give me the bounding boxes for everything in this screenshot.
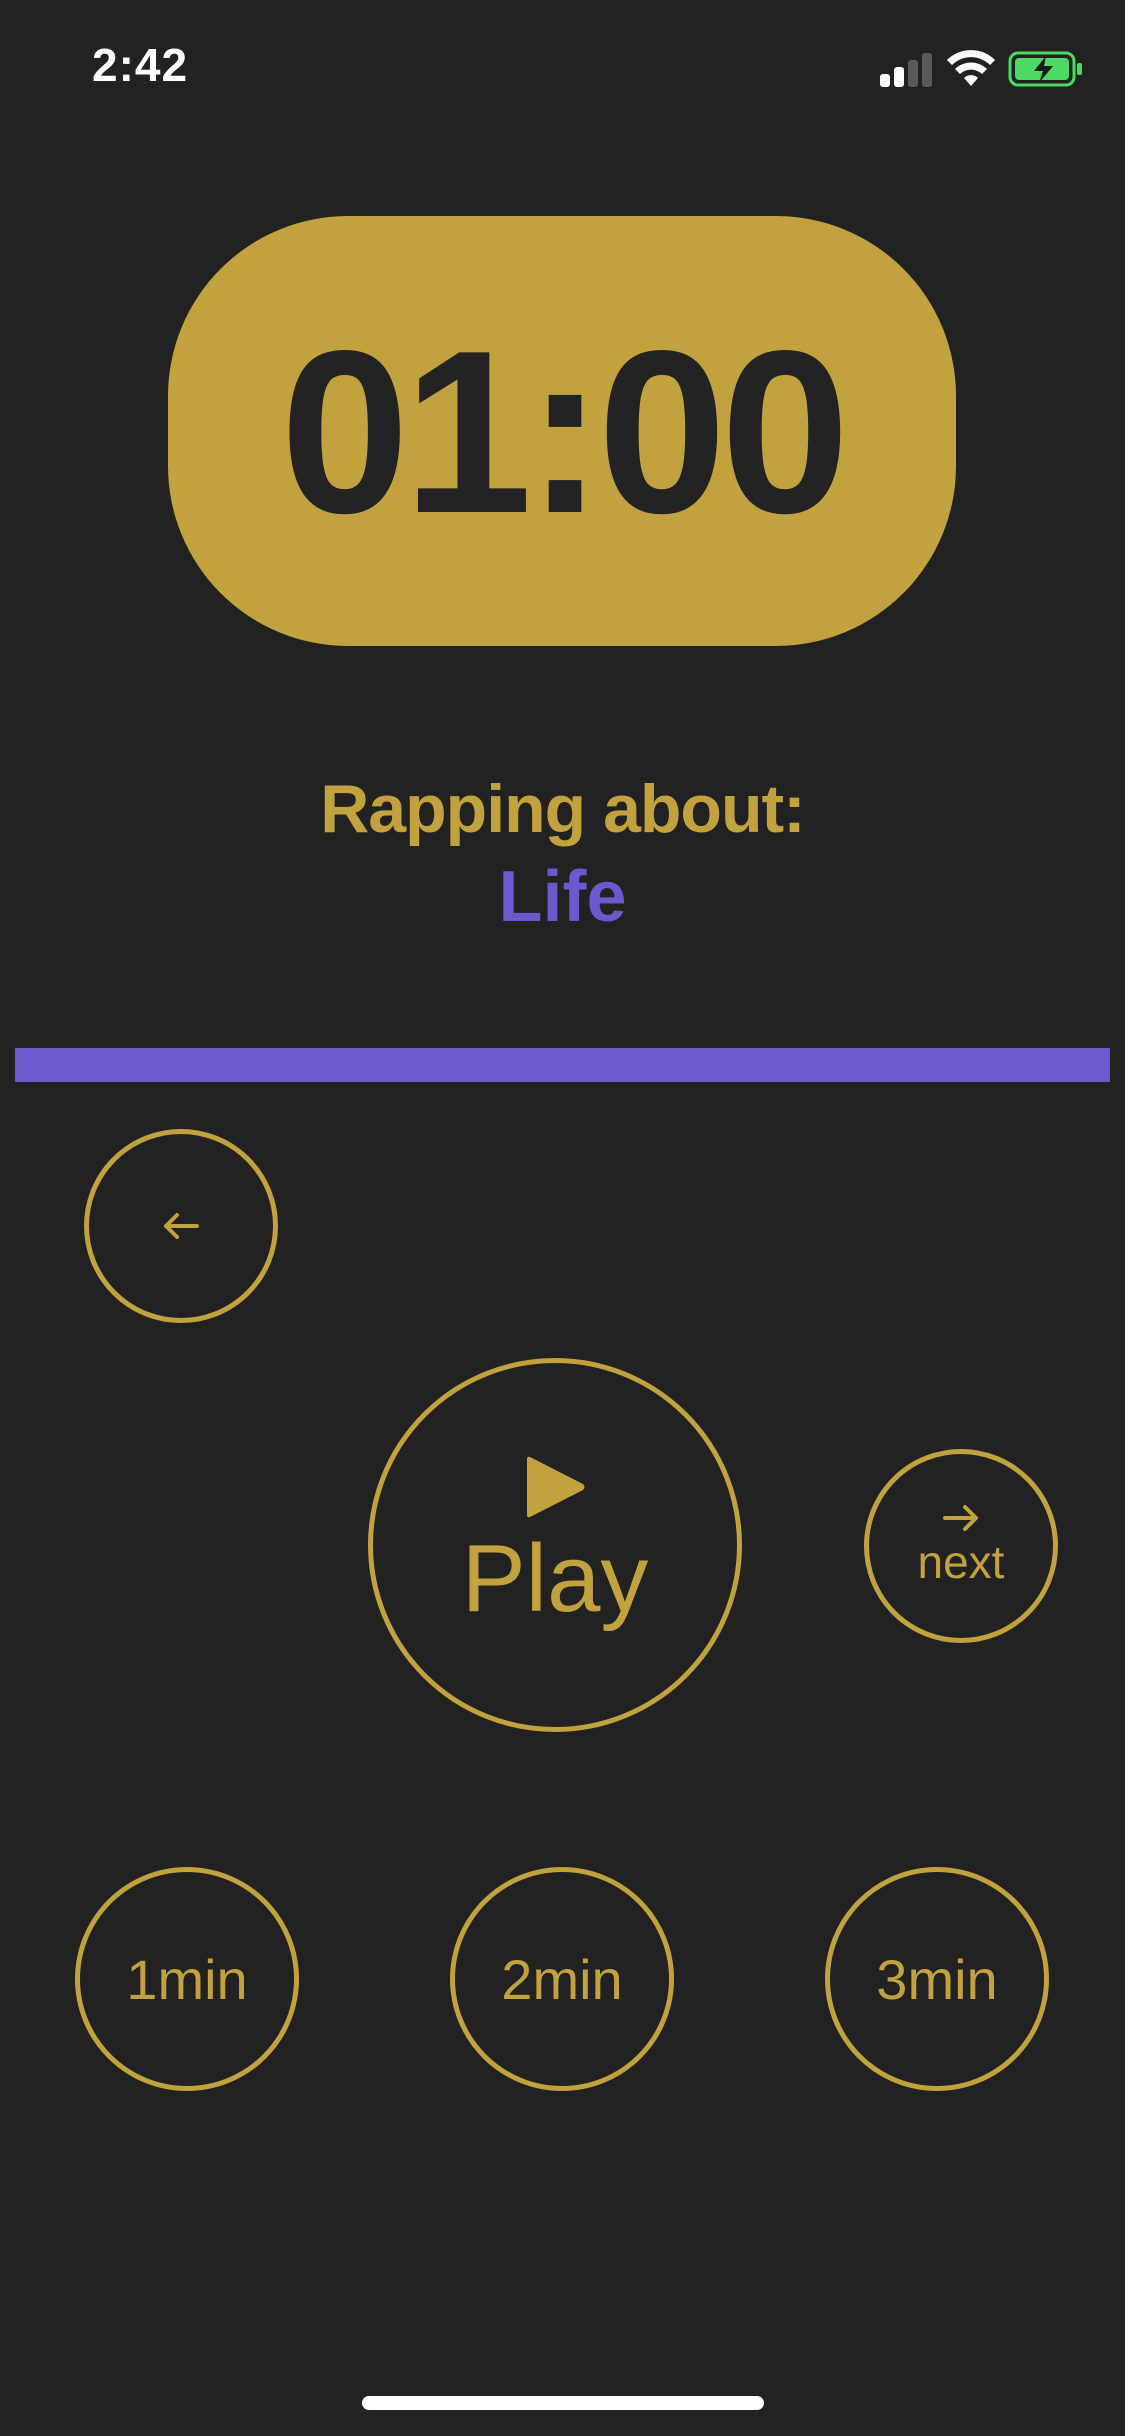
duration-2min-button[interactable]: 2min [450,1867,674,2091]
timer-display: 01:00 [168,216,956,646]
cellular-signal-icon [880,51,932,87]
topic-label: Rapping about: [320,771,806,847]
duration-3min-button[interactable]: 3min [825,1867,1049,2091]
timer-value: 01:00 [280,303,849,562]
previous-topic-button[interactable] [84,1129,278,1323]
wifi-icon [947,50,995,86]
status-time: 2:42 [92,39,189,91]
arrow-left-icon [164,1213,199,1239]
play-button[interactable]: Play [368,1358,742,1732]
play-icon [527,1456,585,1518]
topic-value: Life [498,857,627,937]
progress-bar [15,1048,1110,1082]
next-topic-button[interactable]: next [864,1449,1058,1643]
battery-charging-icon [1008,51,1082,87]
home-indicator[interactable] [362,2396,764,2410]
play-label: Play [461,1525,649,1632]
duration-1min-button[interactable]: 1min [75,1867,299,2091]
next-label: next [917,1536,1005,1588]
arrow-right-icon [943,1505,978,1531]
progress-fill [15,1048,1110,1082]
